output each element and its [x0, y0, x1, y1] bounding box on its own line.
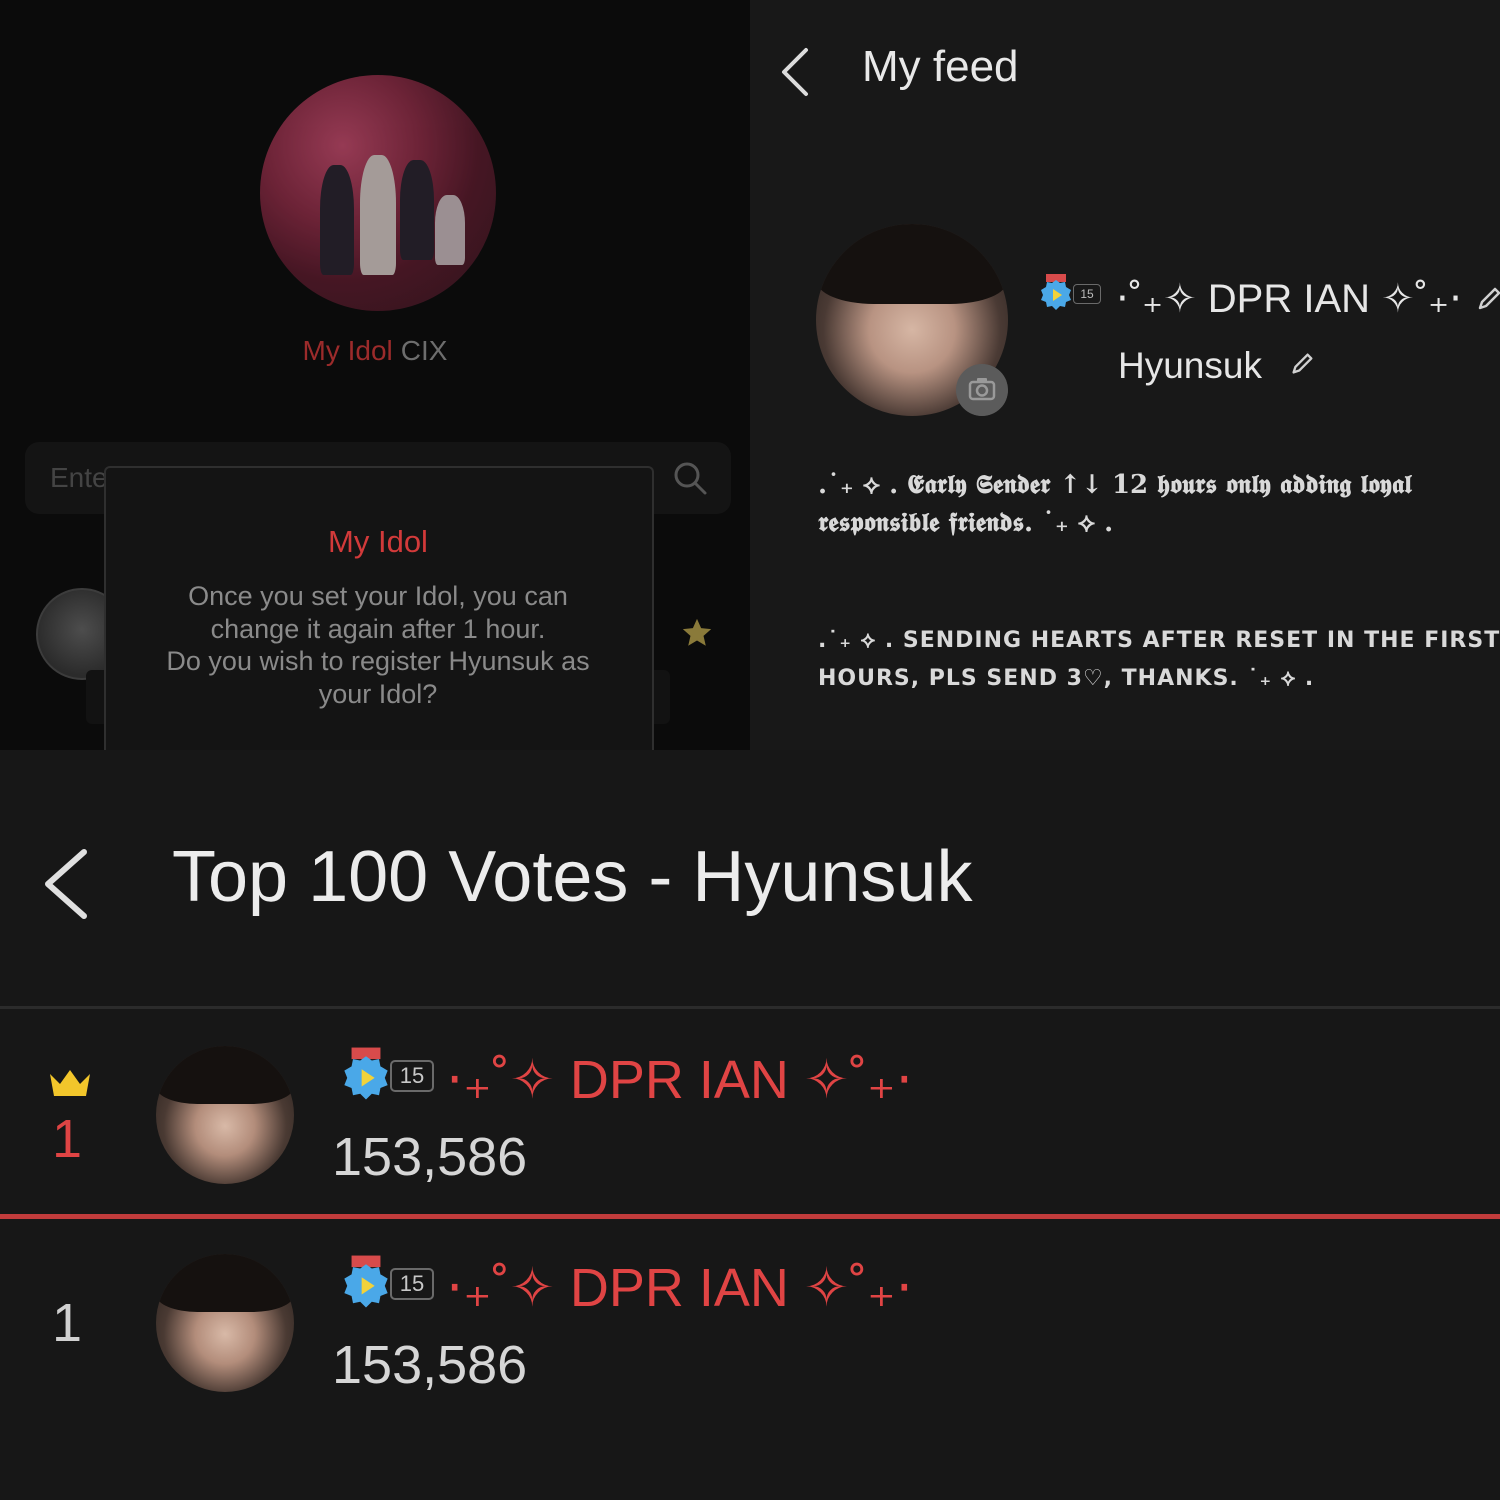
level-badge-icon [344, 1255, 388, 1308]
idol-group-avatar [260, 75, 496, 311]
star-icon[interactable] [680, 616, 714, 650]
level-number: 15 [390, 1268, 434, 1300]
pencil-icon[interactable] [1474, 284, 1500, 314]
search-icon[interactable] [672, 460, 708, 496]
dialog-line: your Idol? [318, 678, 438, 709]
status-line: HOURS, PLS SEND 3♡, THANKS. ˙₊ ⟡ . [818, 666, 1315, 691]
current-idol-name: CIX [400, 335, 448, 366]
highlight-divider [0, 1214, 1500, 1219]
search-placeholder[interactable]: Ente [50, 462, 108, 494]
profile-bio: .˙₊ ⟡ . 𝕰𝖆𝖗𝖑𝖞 𝕾𝖊𝖓𝖉𝖊𝖗 ↑↓ 12 𝖍𝖔𝖚𝖗𝖘 𝖔𝖓𝖑𝖞 𝖆𝖉… [818, 466, 1500, 542]
profile-nickname: ⋅˚₊✧ DPR IAN ✧˚₊⋅ [1116, 277, 1462, 321]
camera-icon[interactable] [956, 364, 1008, 416]
rank-number: 1 [51, 1293, 83, 1353]
level-number: 15 [1073, 284, 1101, 304]
dialog-line: Once you set your Idol, you can [188, 581, 568, 611]
vote-count: 153,586 [332, 1127, 528, 1187]
dialog-title: My Idol [328, 524, 428, 559]
vote-count: 153,586 [332, 1335, 528, 1395]
level-badge-icon [1041, 274, 1071, 310]
bio-line: .˙₊ ⟡ . 𝕰𝖆𝖗𝖑𝖞 𝕾𝖊𝖓𝖉𝖊𝖗 ↑↓ 12 𝖍𝖔𝖚𝖗𝖘 𝖔𝖓𝖑𝖞 𝖆𝖉… [818, 470, 1412, 500]
back-chevron-icon[interactable] [778, 46, 812, 98]
page-title: Top 100 Votes - Hyunsuk [172, 837, 973, 917]
voter-avatar[interactable] [156, 1254, 294, 1392]
pencil-icon[interactable] [1288, 350, 1316, 378]
voter-nickname[interactable]: ⋅₊˚✧ DPR IAN ✧˚₊⋅ [446, 1256, 913, 1319]
status-line: .˙₊ ⟡ . SENDING HEARTS AFTER RESET IN TH… [818, 628, 1500, 653]
dialog-line: change it again after 1 hour. [210, 613, 546, 644]
level-badge-icon [344, 1047, 388, 1100]
voter-avatar[interactable] [156, 1046, 294, 1184]
voter-nickname[interactable]: ⋅₊˚✧ DPR IAN ✧˚₊⋅ [446, 1048, 913, 1111]
my-idol-label: My Idol [302, 335, 393, 366]
back-chevron-icon[interactable] [40, 846, 92, 922]
profile-idol-name: Hyunsuk [1118, 345, 1262, 386]
divider [0, 1006, 1500, 1009]
my-idol-line: My Idol CIX [0, 335, 750, 367]
dialog-message: Once you set your Idol, you can change i… [104, 580, 652, 710]
rank-number: 1 [51, 1109, 83, 1169]
profile-status: .˙₊ ⟡ . SENDING HEARTS AFTER RESET IN TH… [818, 622, 1500, 698]
dialog-line: Do you wish to register Hyunsuk as [166, 646, 590, 676]
level-number: 15 [390, 1060, 434, 1092]
crown-icon [50, 1070, 90, 1096]
page-title: My feed [862, 42, 1019, 91]
bio-line: 𝖗𝖊𝖘𝖕𝖔𝖓𝖘𝖎𝖇𝖑𝖊 𝖋𝖗𝖎𝖊𝖓𝖉𝖘. ˙₊ ⟡ . [818, 508, 1114, 538]
